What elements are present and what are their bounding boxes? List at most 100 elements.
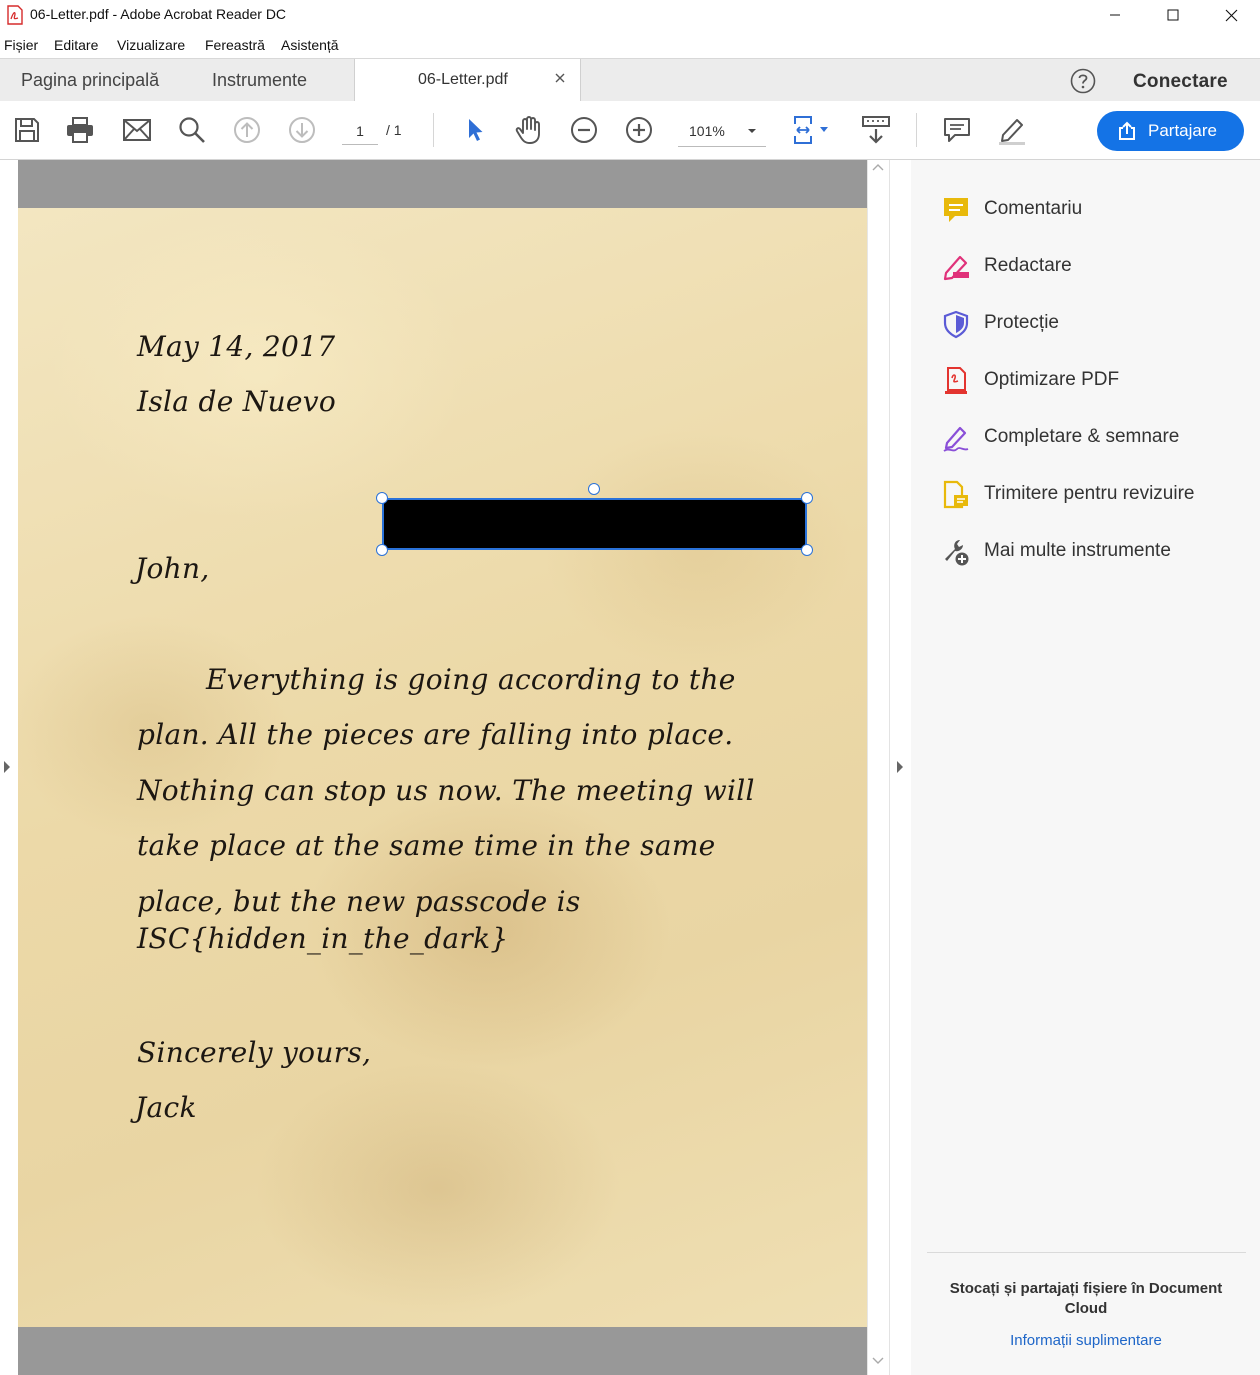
optimize-pdf-icon <box>945 367 967 394</box>
fit-width-icon <box>794 116 828 144</box>
tool-more-tools[interactable]: Mai multe instrumente <box>911 528 1260 572</box>
chevron-down-icon <box>872 1357 884 1364</box>
redaction-rectangle[interactable] <box>382 498 807 550</box>
acrobat-pdf-icon <box>7 5 23 25</box>
zoom-in-button[interactable] <box>624 115 654 145</box>
highlight-button[interactable] <box>997 115 1027 145</box>
keyboard-scroll-icon <box>862 116 890 144</box>
menu-view[interactable]: Vizualizare <box>117 37 185 53</box>
sign-in-button[interactable]: Conectare <box>1133 71 1228 93</box>
right-pane-toggle[interactable] <box>889 160 912 1375</box>
help-button[interactable] <box>1070 68 1096 94</box>
tool-comment[interactable]: Comentariu <box>911 186 1260 230</box>
hand-icon <box>515 116 540 144</box>
toolbar-divider <box>433 113 434 147</box>
zoom-out-button[interactable] <box>569 115 599 145</box>
select-tool-button[interactable] <box>460 115 490 145</box>
panel-divider <box>927 1252 1246 1253</box>
close-icon <box>1225 9 1237 21</box>
minimize-button[interactable] <box>1086 0 1144 30</box>
tab-tools[interactable]: Instrumente <box>212 70 307 91</box>
printer-icon <box>67 117 93 143</box>
search-button[interactable] <box>177 115 207 145</box>
envelope-icon <box>123 119 151 141</box>
resize-handle-bottom-right[interactable] <box>801 544 813 556</box>
tool-label: Optimizare PDF <box>984 369 1120 390</box>
scroll-up-button[interactable] <box>872 163 884 171</box>
menu-edit[interactable]: Editare <box>54 37 98 53</box>
letter-salutation: John, <box>135 552 210 585</box>
tool-optimize-pdf[interactable]: Optimizare PDF <box>911 357 1260 401</box>
maximize-button[interactable] <box>1144 0 1202 30</box>
rotate-handle[interactable] <box>588 483 600 495</box>
tool-send-for-review[interactable]: Trimitere pentru revizuire <box>911 471 1260 515</box>
menu-window[interactable]: Fereastră <box>205 37 265 53</box>
tool-label: Trimitere pentru revizuire <box>984 483 1195 504</box>
tool-label: Completare & semnare <box>984 426 1180 447</box>
print-button[interactable] <box>65 115 95 145</box>
letter-passcode: ISC{hidden_in_the_dark} <box>137 922 509 955</box>
tool-redact[interactable]: Redactare <box>911 243 1260 287</box>
close-icon <box>555 73 565 83</box>
letter-date: May 14, 2017 <box>137 330 336 363</box>
letter-body-line: take place at the same time in the same <box>137 829 716 862</box>
letter-body-line: Everything is going according to the <box>206 663 736 696</box>
tab-bar: Pagina principală Instrumente 06-Letter.… <box>0 58 1260 102</box>
close-window-button[interactable] <box>1202 0 1260 30</box>
tool-label: Comentariu <box>984 198 1083 219</box>
left-pane-toggle[interactable] <box>0 160 18 1375</box>
vertical-scrollbar[interactable] <box>867 160 890 1375</box>
tab-document[interactable]: 06-Letter.pdf <box>354 59 581 102</box>
email-button[interactable] <box>122 115 152 145</box>
share-button[interactable]: Partajare <box>1097 111 1244 151</box>
menu-help[interactable]: Asistență <box>281 37 339 53</box>
tool-fill-sign[interactable]: Completare & semnare <box>911 414 1260 458</box>
resize-handle-top-left[interactable] <box>376 492 388 504</box>
save-icon <box>15 118 39 142</box>
hand-tool-button[interactable] <box>514 115 544 145</box>
add-comment-button[interactable] <box>942 115 972 145</box>
zoom-in-icon <box>626 117 652 143</box>
resize-handle-top-right[interactable] <box>801 492 813 504</box>
page-total: / 1 <box>386 122 402 138</box>
comment-icon <box>944 198 968 222</box>
resize-handle-bottom-left[interactable] <box>376 544 388 556</box>
scroll-down-button[interactable] <box>872 1357 884 1365</box>
next-page-button[interactable] <box>287 115 317 145</box>
zoom-level-dropdown[interactable]: 101% <box>678 118 766 147</box>
arrow-down-circle-icon <box>289 117 315 143</box>
menu-file[interactable]: Fișier <box>4 37 38 53</box>
learn-more-link[interactable]: Informații suplimentare <box>931 1332 1241 1349</box>
fill-sign-icon <box>943 426 969 452</box>
chevron-up-icon <box>872 164 884 171</box>
close-tab-button[interactable] <box>555 73 565 83</box>
shield-icon <box>943 310 969 339</box>
tool-protect[interactable]: Protecție <box>911 300 1260 344</box>
pdf-page[interactable]: May 14, 2017 Isla de Nuevo John, Everyth… <box>18 208 867 1327</box>
tool-label: Protecție <box>984 312 1059 333</box>
letter-closing: Sincerely yours, <box>137 1036 372 1069</box>
letter-signature: Jack <box>135 1091 197 1124</box>
chevron-down-icon <box>748 129 756 133</box>
page-number-input[interactable] <box>342 118 378 145</box>
zoom-out-icon <box>571 117 597 143</box>
letter-place: Isla de Nuevo <box>137 385 337 418</box>
maximize-icon <box>1167 9 1179 21</box>
menu-bar: Fișier Editare Vizualizare Fereastră Asi… <box>0 30 1260 58</box>
save-button[interactable] <box>12 115 42 145</box>
search-icon <box>179 117 205 143</box>
tool-label: Mai multe instrumente <box>984 540 1171 561</box>
redact-icon <box>943 255 969 281</box>
previous-page-button[interactable] <box>232 115 262 145</box>
toolbar-divider <box>916 113 917 147</box>
zoom-level-value: 101% <box>689 123 725 139</box>
scroll-mode-button[interactable] <box>861 115 891 145</box>
cursor-arrow-icon <box>469 119 483 141</box>
fit-page-button[interactable] <box>790 115 836 145</box>
page-gutter-bottom <box>18 1327 867 1375</box>
tab-home[interactable]: Pagina principală <box>21 70 159 91</box>
toolbar: / 1 101% <box>0 101 1260 160</box>
window-title: 06-Letter.pdf - Adobe Acrobat Reader DC <box>30 6 287 22</box>
arrow-up-circle-icon <box>234 117 260 143</box>
letter-body-line: plan. All the pieces are falling into pl… <box>137 718 734 751</box>
